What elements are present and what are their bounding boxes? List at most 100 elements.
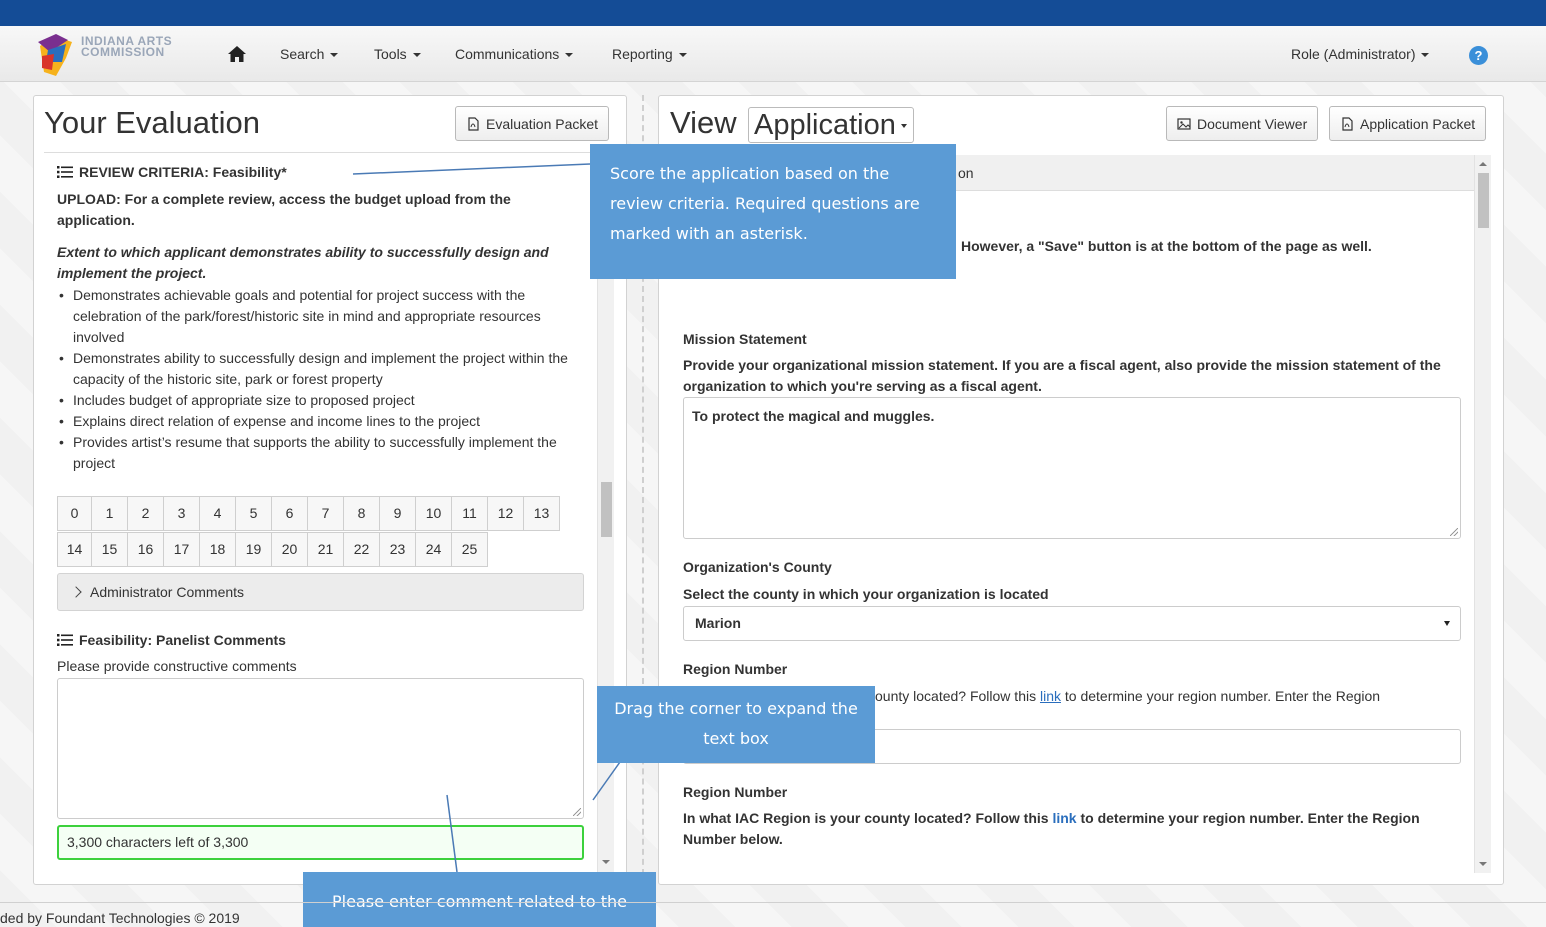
brand-line-2: COMMISSION (81, 45, 165, 59)
resize-grip-icon[interactable] (1450, 528, 1458, 536)
score-button-2[interactable]: 2 (127, 496, 164, 531)
score-button-4[interactable]: 4 (199, 496, 236, 531)
application-scrollbar-thumb[interactable] (1478, 173, 1489, 228)
evaluation-packet-label: Evaluation Packet (486, 115, 599, 132)
footer-divider (0, 902, 1546, 903)
document-viewer-button[interactable]: Document Viewer (1166, 106, 1319, 141)
score-button-20[interactable]: 20 (271, 532, 308, 567)
pdf-icon (468, 116, 479, 131)
score-button-7[interactable]: 7 (307, 496, 344, 531)
mission-statement-label: Mission Statement (683, 331, 807, 347)
score-button-25[interactable]: 25 (451, 532, 488, 567)
mission-statement-prompt: Provide your organizational mission stat… (683, 357, 1441, 394)
score-button-9[interactable]: 9 (379, 496, 416, 531)
criteria-callout: Score the application based on the revie… (590, 144, 956, 279)
score-button-16[interactable]: 16 (127, 532, 164, 567)
score-button-22[interactable]: 22 (343, 532, 380, 567)
view-label: View (670, 105, 737, 140)
score-button-11[interactable]: 11 (451, 496, 488, 531)
score-button-17[interactable]: 17 (163, 532, 200, 567)
role-label: Role (Administrator) (1291, 46, 1416, 62)
nav-tools-label: Tools (374, 46, 407, 62)
score-button-10[interactable]: 10 (415, 496, 452, 531)
score-button-18[interactable]: 18 (199, 532, 236, 567)
role-menu[interactable]: Role (Administrator) (1291, 46, 1430, 62)
score-button-5[interactable]: 5 (235, 496, 272, 531)
region-number-prompt-pre: ounty located? Follow this (875, 688, 1040, 704)
nav-reporting-label: Reporting (612, 46, 673, 62)
indiana-arts-logo-icon (38, 34, 72, 76)
nav-communications-menu[interactable]: Communications (455, 46, 574, 62)
evaluation-packet-button[interactable]: Evaluation Packet (455, 106, 610, 141)
county-select[interactable]: Marion (683, 606, 1461, 641)
home-icon[interactable] (226, 43, 248, 65)
region-link[interactable]: link (1040, 688, 1061, 704)
upload-note: UPLOAD: For a complete review, access th… (57, 191, 511, 228)
score-button-19[interactable]: 19 (235, 532, 272, 567)
mission-statement-value: To protect the magical and muggles. (692, 408, 935, 424)
evaluation-title: Your Evaluation (44, 105, 261, 140)
score-button-1[interactable]: 1 (91, 496, 128, 531)
extent-text: Extent to which applicant demonstrates a… (57, 244, 549, 281)
region-number-prompt-2-pre: In what IAC Region is your county locate… (683, 810, 1053, 826)
list-icon (57, 634, 73, 646)
list-item: Includes budget of appropriate size to p… (57, 390, 587, 411)
pdf-icon (1342, 116, 1353, 131)
panelist-comments-heading: Feasibility: Panelist Comments (57, 632, 286, 648)
drag-corner-callout: Drag the corner to expand the text box (597, 686, 875, 763)
footer-copyright: ded by Foundant Technologies © 2019 (0, 910, 240, 926)
main-navbar: INDIANA ARTS COMMISSION Search Tools Com… (0, 26, 1546, 82)
evaluation-scrollbar-thumb[interactable] (601, 482, 612, 537)
administrator-comments-label: Administrator Comments (90, 584, 245, 600)
score-button-0[interactable]: 0 (57, 496, 92, 531)
nav-tools-menu[interactable]: Tools (374, 46, 421, 62)
score-button-23[interactable]: 23 (379, 532, 416, 567)
mission-statement-textarea[interactable]: To protect the magical and muggles. (683, 397, 1461, 539)
nav-communications-label: Communications (455, 46, 560, 62)
application-packet-button[interactable]: Application Packet (1329, 106, 1487, 141)
scroll-down-icon[interactable] (1479, 862, 1487, 866)
list-item: Explains direct relation of expense and … (57, 411, 587, 432)
score-button-15[interactable]: 15 (91, 532, 128, 567)
score-button-6[interactable]: 6 (271, 496, 308, 531)
brand-logo[interactable]: INDIANA ARTS COMMISSION (36, 32, 206, 80)
list-icon (57, 166, 73, 178)
score-button-21[interactable]: 21 (307, 532, 344, 567)
score-button-13[interactable]: 13 (523, 496, 560, 531)
list-item: Demonstrates achievable goals and potent… (57, 285, 587, 348)
view-mode-select[interactable]: Application (748, 107, 914, 143)
region-link-2[interactable]: link (1052, 810, 1076, 826)
region-number-label-2: Region Number (683, 784, 788, 800)
administrator-comments-toggle[interactable]: Administrator Comments (57, 573, 584, 611)
chevron-down-icon (412, 53, 421, 58)
score-button-3[interactable]: 3 (163, 496, 200, 531)
resize-grip-icon[interactable] (573, 808, 581, 816)
score-button-24[interactable]: 24 (415, 532, 452, 567)
application-packet-label: Application Packet (1360, 115, 1476, 132)
score-button-14[interactable]: 14 (57, 532, 92, 567)
score-button-8[interactable]: 8 (343, 496, 380, 531)
panelist-comments-heading-text: Feasibility: Panelist Comments (79, 632, 286, 648)
nav-search-menu[interactable]: Search (280, 46, 339, 62)
chevron-down-icon (1421, 53, 1430, 58)
help-icon[interactable]: ? (1469, 46, 1488, 65)
criteria-bullet-list: Demonstrates achievable goals and potent… (57, 285, 587, 474)
county-prompt: Select the county in which your organiza… (683, 586, 1049, 602)
scroll-up-icon[interactable] (1479, 162, 1487, 166)
list-item: Demonstrates ability to successfully des… (57, 348, 587, 390)
application-scrollbar[interactable] (1474, 155, 1491, 873)
score-button-12[interactable]: 12 (487, 496, 524, 531)
county-label: Organization's County (683, 559, 832, 575)
chevron-down-icon (330, 53, 339, 58)
nav-reporting-menu[interactable]: Reporting (612, 46, 687, 62)
chevron-right-icon (70, 586, 82, 598)
chevron-down-icon (678, 53, 687, 58)
chevron-down-icon (901, 124, 907, 128)
region-number-prompt: ounty located? Follow this link to deter… (875, 686, 1380, 707)
criteria-heading-text: REVIEW CRITERIA: Feasibility* (79, 164, 287, 180)
scroll-down-icon[interactable] (602, 860, 610, 864)
panelist-comment-textarea[interactable] (57, 678, 584, 819)
view-mode-value: Application (754, 109, 896, 141)
region-number-prompt-2: In what IAC Region is your county locate… (683, 808, 1443, 850)
chevron-down-icon (1444, 621, 1450, 626)
